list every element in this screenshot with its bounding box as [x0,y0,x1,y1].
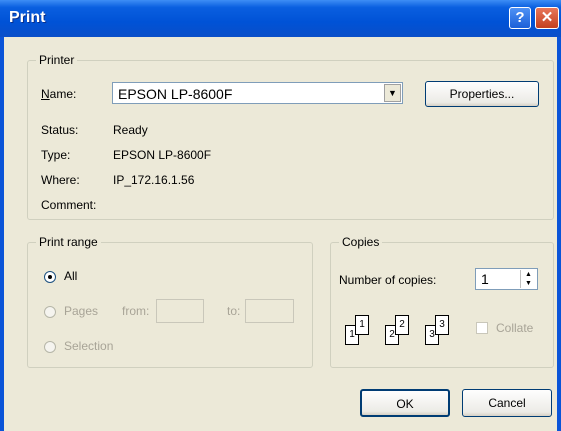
window-frame-left [0,37,4,431]
properties-button[interactable]: Properties... [425,81,539,107]
status-value: Ready [113,123,148,137]
print-range-group-label: Print range [36,235,101,249]
close-icon[interactable]: ✕ [535,7,559,29]
type-value: EPSON LP-8600F [113,148,212,162]
printer-name-label-rest: ame: [49,87,77,101]
collate-page-1-front: 1 [355,315,369,335]
range-pages-label[interactable]: Pages [64,304,98,318]
ok-button[interactable]: OK [360,389,450,417]
collate-label[interactable]: Collate [496,321,533,335]
window-frame-right [557,37,561,431]
range-selection-label[interactable]: Selection [64,339,113,353]
comment-label: Comment: [41,198,97,212]
printer-group-label: Printer [36,53,78,67]
copies-group: Copies [330,235,554,368]
status-label: Status: [41,123,79,137]
type-label: Type: [41,148,71,162]
range-all-label[interactable]: All [64,269,77,283]
range-selection-radio[interactable] [44,341,56,353]
where-label: Where: [41,173,80,187]
range-from-input[interactable] [156,299,204,323]
collate-pages-icon: 1 1 2 2 3 3 [345,311,463,347]
copies-spinner[interactable]: 1 ▲ ▼ [475,268,538,290]
title-bar[interactable]: Print ? ✕ [0,0,561,37]
collate-page-3-front: 3 [435,315,449,335]
where-value: IP_172.16.1.56 [113,173,195,187]
collate-page-2-front: 2 [395,315,409,335]
range-from-label: from: [122,304,150,318]
printer-name-select[interactable]: EPSON LP-8600F ▼ [112,82,403,104]
printer-name-label-accel: N [41,87,50,101]
range-all-radio[interactable] [44,271,56,283]
range-to-label: to: [227,304,241,318]
cancel-button[interactable]: Cancel [462,389,552,417]
window-title: Print [9,9,46,26]
copies-spinner-value: 1 [481,271,489,287]
range-pages-radio[interactable] [44,306,56,318]
copies-group-label: Copies [339,235,383,249]
chevron-down-icon[interactable]: ▼ [384,84,401,102]
number-of-copies-label: Number of copies: [339,273,437,287]
collate-checkbox[interactable] [476,322,488,334]
spin-arrows-icon[interactable]: ▲ ▼ [520,270,536,288]
printer-name-label: Name: [41,87,76,101]
help-icon[interactable]: ? [509,7,531,29]
range-to-input[interactable] [245,299,294,323]
printer-name-value: EPSON LP-8600F [118,86,233,102]
